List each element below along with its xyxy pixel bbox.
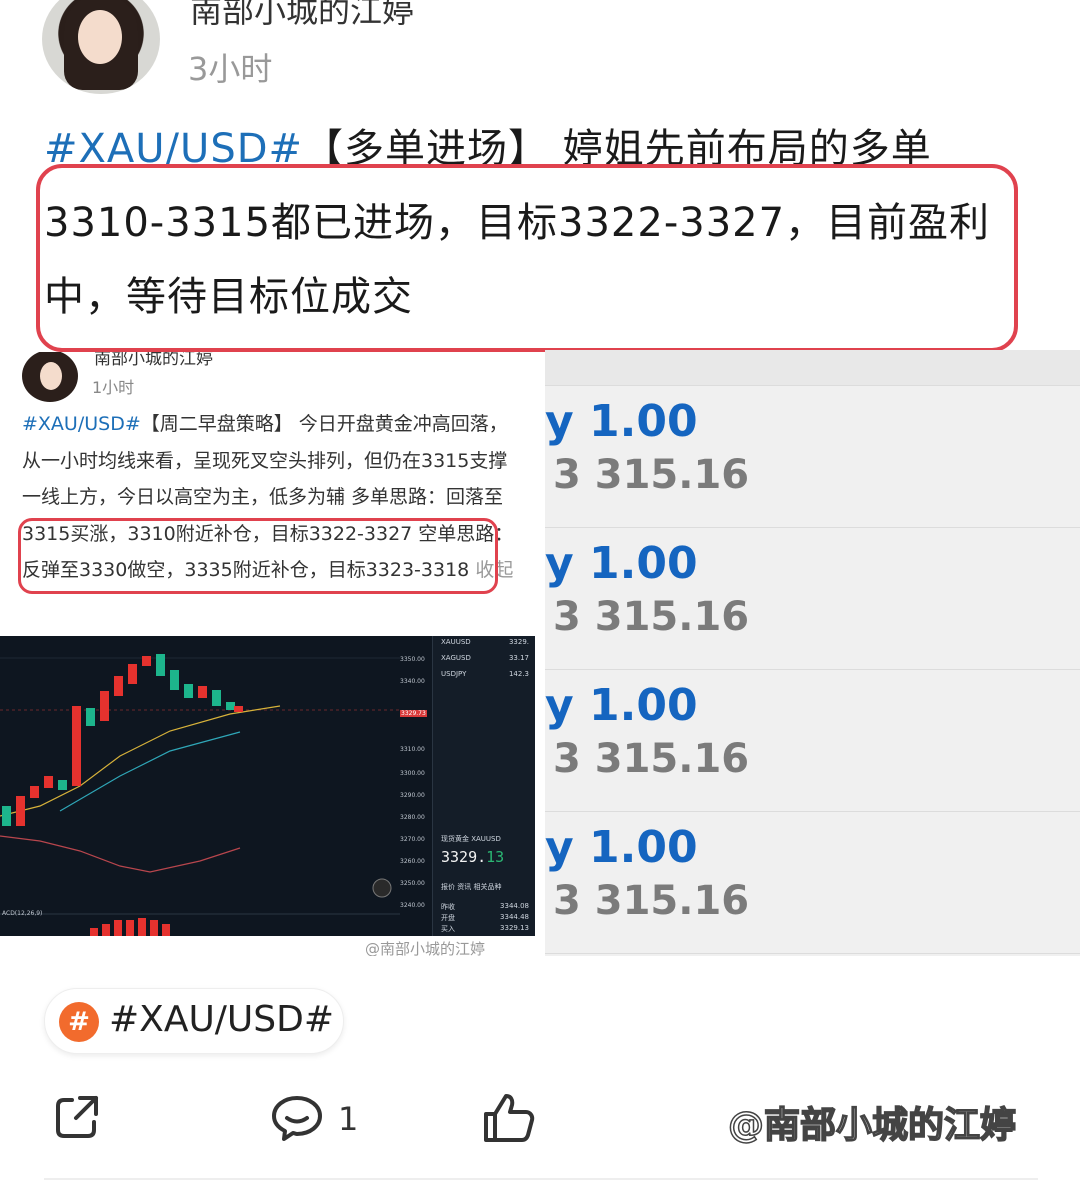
stat-value: 3344.48 [500,913,529,921]
embedded-watermark: @南部小城的江婷 [365,940,486,956]
stat-value: 3344.08 [500,902,529,910]
price-tick: 3250.00 [400,880,425,887]
watchlist-item: USDJPY 142.3 [441,670,533,678]
comment-count: 1 [338,1100,359,1138]
watchlist-symbol: USDJPY [441,670,467,678]
order-lot: y 1.00 [545,680,698,731]
hashtag-icon: # [59,1002,99,1042]
quote-price-dec: 13 [486,848,505,866]
stat-value: 3329.13 [500,924,529,932]
order-price: 3 315.16 [553,452,750,498]
share-icon[interactable] [52,1092,102,1146]
thumbs-up-icon[interactable] [482,1092,536,1148]
quote-stat: 开盘 3344.48 [441,913,533,923]
highlight-box [36,164,1018,352]
order-lot: y 1.00 [545,538,698,589]
author-name[interactable]: 南部小城的江婷 [190,0,414,32]
order-row[interactable]: y 1.00 3 315.16 [545,386,1080,528]
order-lot: y 1.00 [545,822,698,873]
post-time: 3小时 [188,50,273,88]
price-tick: 3350.00 [400,656,425,663]
watchlist-value: 33.17 [508,654,529,662]
topic-chip[interactable]: # #XAU/USD# [44,988,344,1054]
quote-price: 3329.13 [441,848,504,866]
quote-side-panel: XAUUSD 3329. XAGUSD 33.17 USDJPY 142.3 现货黄金 X… [432,636,535,936]
price-tick: 3290.00 [400,792,425,799]
order-lot: y 1.00 [545,396,698,447]
embedded-avatar [22,352,78,402]
watchlist-symbol: XAUUSD [441,638,471,646]
quote-price-int: 3329. [441,848,487,866]
watchlist-value: 142.3 [508,670,529,678]
order-row[interactable]: y 1.00 3 315.16 [545,670,1080,812]
stat-label: 买入 [441,925,455,933]
quote-title: 现货黄金 XAUUSD [441,835,501,843]
quote-stat: 昨收 3344.08 [441,902,533,912]
indicator-label: ACD(12,26,9) [2,910,43,917]
watchlist-symbol: XAGUSD [441,654,471,662]
price-tick: 3260.00 [400,858,425,865]
price-tick: 3240.00 [400,902,425,909]
candlestick-chart: ACD(12,26,9) 3350.00 3340.00 3329.73 3310.0… [0,636,535,936]
order-price: 3 315.16 [553,594,750,640]
embedded-author: 南部小城的江婷 [94,352,213,369]
embedded-time: 1小时 [92,378,135,397]
order-row[interactable]: y 1.00 3 315.16 [545,528,1080,670]
stat-label: 昨收 [441,903,455,911]
comment-icon[interactable] [270,1092,324,1148]
embedded-highlight-box [18,518,498,594]
watchlist-value: 3329. [508,638,529,646]
watchlist-item: XAGUSD 33.17 [441,654,533,662]
watermark: @南部小城的江婷 [727,1104,1017,1147]
orders-image[interactable]: y 1.00 3 315.16 y 1.00 3 315.16 y 1.00 3 315.… [545,350,1080,956]
quote-tabs: 报价 资讯 相关品种 [441,883,502,891]
watchlist-item: XAUUSD 3329. [441,638,533,646]
order-price: 3 315.16 [553,736,750,782]
topic-label: #XAU/USD# [109,999,335,1040]
price-tick: 3310.00 [400,746,425,753]
author-avatar[interactable] [42,0,160,94]
candles-svg [0,654,400,936]
price-axis: 3350.00 3340.00 3329.73 3310.00 3300.00 3290.… [400,636,430,936]
price-tick: 3280.00 [400,814,425,821]
price-tick: 3300.00 [400,770,425,777]
stat-label: 开盘 [441,914,455,922]
quote-stat: 买入 3329.13 [441,924,533,934]
embedded-post-image[interactable]: 南部小城的江婷 1小时 #XAU/USD#【周二早盘策略】 今日开盘黄金冲高回落… [0,352,545,956]
price-tick: 3329.73 [400,710,427,717]
embedded-hashtag: #XAU/USD# [22,413,141,435]
order-row[interactable]: y 1.00 3 315.16 [545,812,1080,954]
price-tick: 3270.00 [400,836,425,843]
order-price: 3 315.16 [553,878,750,924]
price-tick: 3340.00 [400,678,425,685]
